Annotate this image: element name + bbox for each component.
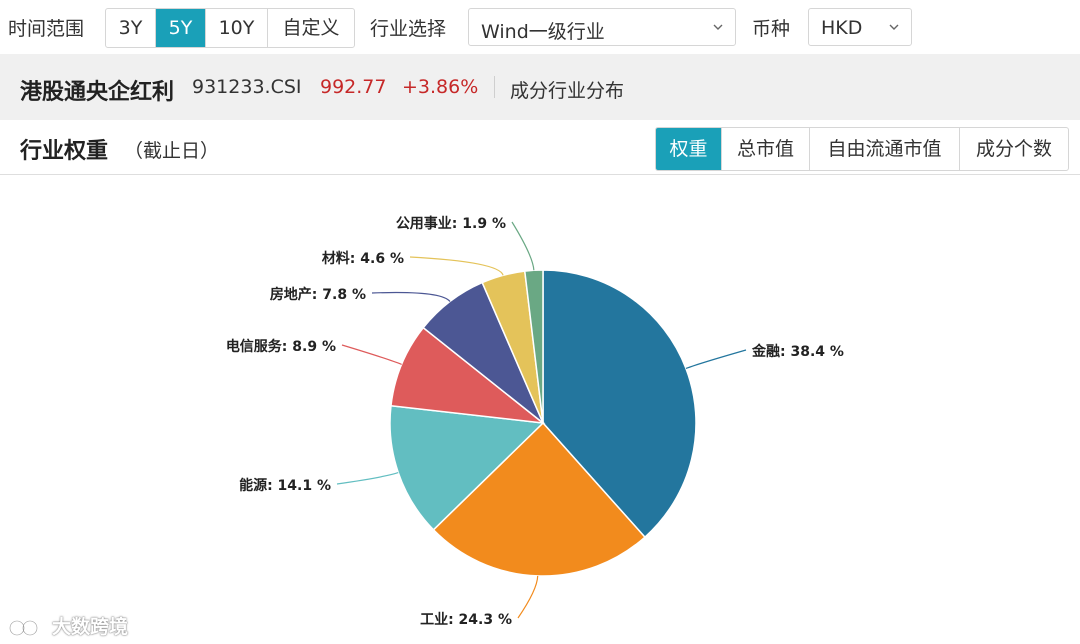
index-name: 港股通央企红利 <box>20 80 175 105</box>
industry-select-value: Wind一级行业 <box>481 21 605 43</box>
time-option-5y[interactable]: 5Y <box>156 9 206 47</box>
industry-label: 行业选择 <box>370 18 447 40</box>
chevron-down-icon <box>713 24 723 30</box>
leader-line-real-estate <box>371 291 451 302</box>
leader-line-utilities <box>511 221 535 271</box>
leader-line-materials <box>409 256 504 276</box>
industry-weight-pie-chart: 金融: 38.4 % 工业: 24.3 % 能源: 14.1 % 电信服务: 8.9 … <box>226 215 844 628</box>
leader-line-energy <box>336 471 399 485</box>
time-range-label: 时间范围 <box>8 18 85 40</box>
currency-select[interactable]: HKD <box>808 8 912 46</box>
leader-line-telecom <box>341 344 402 366</box>
metric-tabs: 权重 总市值 自由流通市值 成分个数 <box>655 127 1069 171</box>
index-price: 992.77 <box>320 76 387 98</box>
slice-label-real-estate: 房地产: 7.8 % <box>270 286 366 303</box>
slice-label-finance: 金融: 38.4 % <box>751 343 844 360</box>
currency-label: 币种 <box>752 18 791 40</box>
filter-bar: 时间范围 3Y 5Y 10Y 自定义 行业选择 Wind一级行业 币种 HKD <box>0 0 1080 54</box>
slice-label-telecom: 电信服务: 8.9 % <box>226 338 336 355</box>
panel-title: 行业权重 <box>20 139 109 164</box>
chevron-down-icon <box>889 24 899 30</box>
time-option-10y[interactable]: 10Y <box>206 9 268 47</box>
index-change: +3.86% <box>402 76 479 98</box>
slice-label-materials: 材料: 4.6 % <box>322 250 404 267</box>
tab-weight[interactable]: 权重 <box>656 128 722 170</box>
watermark: 大数跨境 <box>8 612 128 639</box>
slice-label-utilities: 公用事业: 1.9 % <box>396 215 506 232</box>
industry-distribution-link[interactable]: 成分行业分布 <box>510 76 624 103</box>
slice-label-industrials: 工业: 24.3 % <box>420 612 512 628</box>
time-option-custom[interactable]: 自定义 <box>268 9 354 47</box>
tab-free-float-market-cap[interactable]: 自由流通市值 <box>810 128 960 170</box>
watermark-text: 大数跨境 <box>52 616 129 638</box>
leader-line-industrials <box>517 575 539 619</box>
index-header: 港股通央企红利 931233.CSI 992.77 +3.86% 成分行业分布 <box>0 54 1080 120</box>
tab-total-market-cap[interactable]: 总市值 <box>722 128 810 170</box>
tab-constituent-count[interactable]: 成分个数 <box>960 128 1068 170</box>
panel-subtitle: （截止日） <box>124 140 220 162</box>
time-range-segmented: 3Y 5Y 10Y 自定义 <box>105 8 355 48</box>
slice-label-energy: 能源: 14.1 % <box>239 477 331 494</box>
watermark-logo-icon <box>8 619 39 636</box>
divider <box>494 76 495 98</box>
leader-line-finance <box>685 349 747 370</box>
currency-select-value: HKD <box>821 17 863 39</box>
time-option-3y[interactable]: 3Y <box>106 9 156 47</box>
index-code: 931233.CSI <box>192 76 302 98</box>
industry-select[interactable]: Wind一级行业 <box>468 8 736 46</box>
